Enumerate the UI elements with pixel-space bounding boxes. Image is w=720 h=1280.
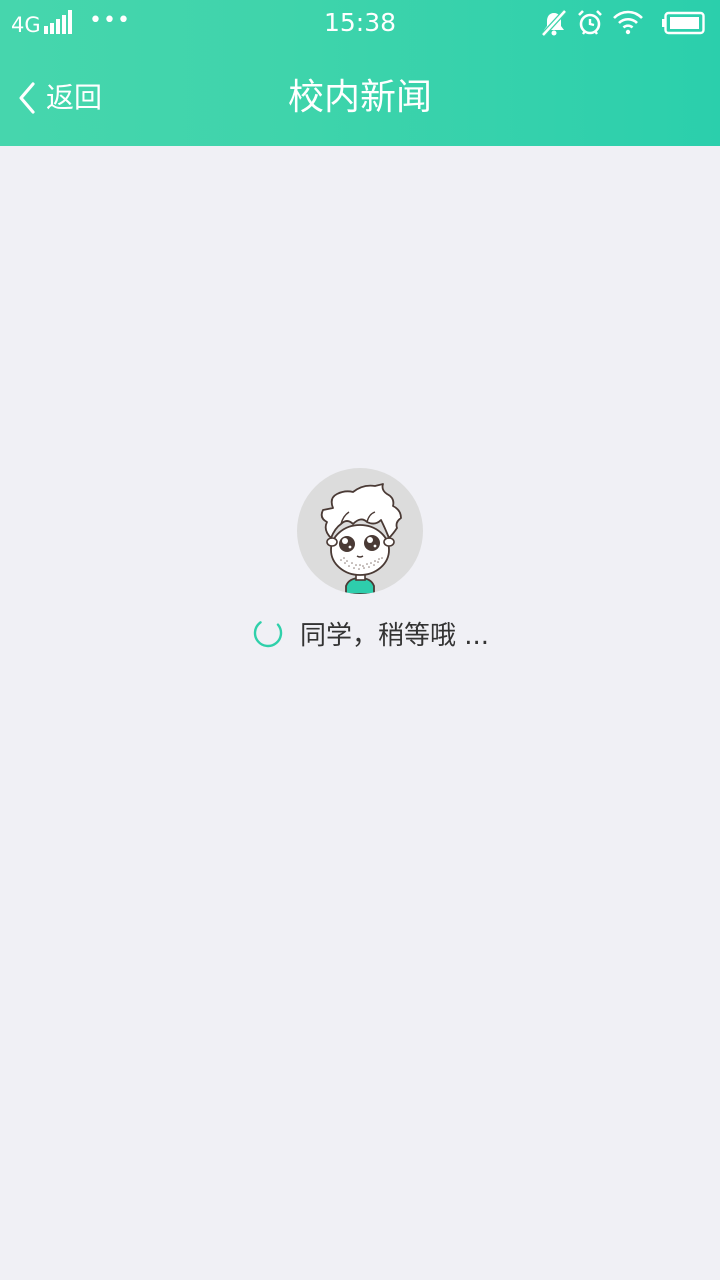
alarm-icon: [578, 10, 602, 35]
page-title: 校内新闻: [287, 77, 432, 118]
app-header: 4G ••• 15:38 返回 校内新闻: [0, 0, 720, 146]
loading-spinner-icon: [253, 618, 283, 648]
wifi-icon: [613, 10, 643, 35]
cartoon-boy-illustration: [320, 483, 402, 594]
status-icons: [532, 9, 706, 37]
loading-indicator: 同学，稍等哦 ...: [252, 616, 490, 651]
status-bar: 4G ••• 15:38: [0, 0, 720, 48]
battery-icon: [662, 11, 705, 35]
notifications-off-icon: [541, 9, 567, 37]
loading-message: 同学，稍等哦 ...: [300, 620, 490, 651]
avatar: [297, 468, 423, 594]
nav-bar: 返回 校内新闻: [0, 56, 720, 142]
